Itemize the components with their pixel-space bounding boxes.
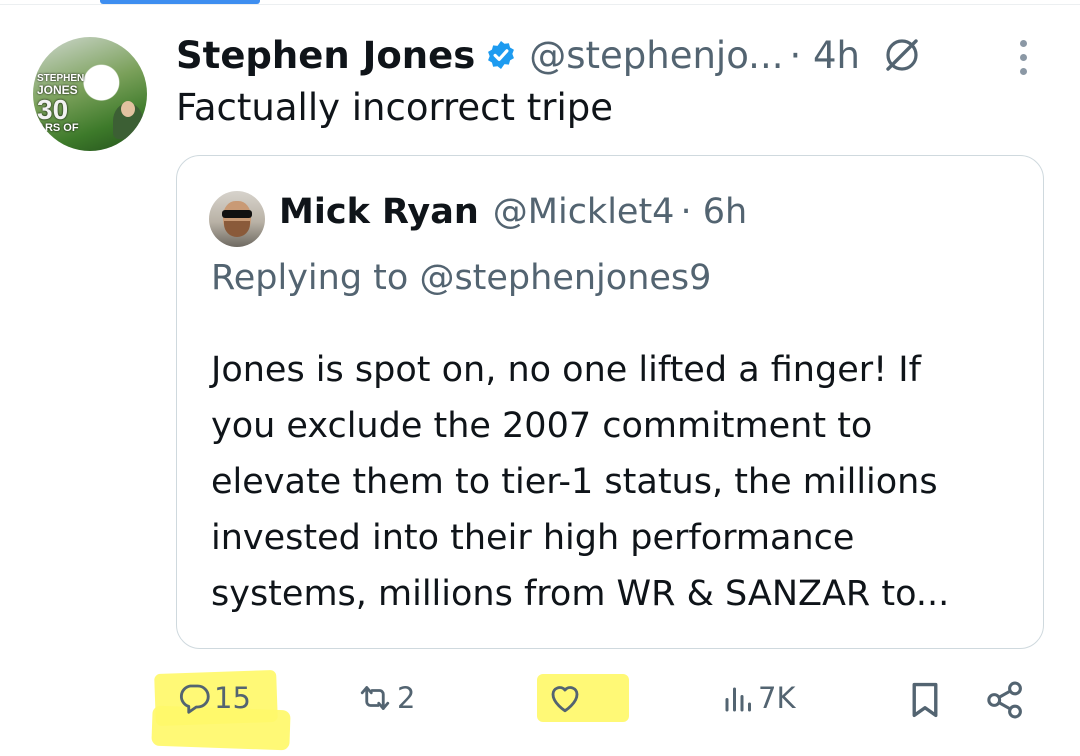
- quote-body-line: elevate them to tier-1 status, the milli…: [211, 462, 938, 502]
- more-options-icon[interactable]: [1017, 40, 1029, 76]
- quote-time[interactable]: · 6h: [680, 192, 747, 232]
- avatar-text-4: ARS OF: [37, 122, 79, 134]
- avatar-glasses: [222, 210, 252, 218]
- like-button[interactable]: [546, 680, 584, 716]
- tweet-text: Factually incorrect tripe: [176, 86, 614, 129]
- reply-icon: [176, 680, 212, 716]
- quote-body-line: systems, millions from WR & SANZAR to...: [211, 574, 950, 614]
- like-icon: [546, 680, 584, 716]
- more-dot: [1020, 68, 1027, 75]
- share-button[interactable]: [985, 680, 1025, 720]
- author-avatar[interactable]: STEPHEN JONES 30 ARS OF: [33, 37, 147, 151]
- tweet-header: Stephen Jones @stephenjo... · 4h: [176, 30, 922, 80]
- views-icon: [722, 680, 756, 716]
- replying-to[interactable]: Replying to @stephenjones9: [211, 258, 711, 298]
- share-icon: [985, 680, 1025, 720]
- quote-author-name[interactable]: Mick Ryan: [279, 192, 479, 232]
- grok-icon[interactable]: [882, 35, 922, 75]
- quote-body-line: you exclude the 2007 commitment to: [211, 406, 873, 446]
- repost-button[interactable]: 2: [355, 680, 415, 716]
- verified-badge-icon: [485, 39, 517, 71]
- views-count: 7K: [758, 681, 796, 715]
- quote-header: Mick Ryan @Micklet4 · 6h: [279, 192, 747, 232]
- avatar-head: [121, 101, 135, 117]
- quote-body: Jones is spot on, no one lifted a finger…: [211, 342, 1031, 622]
- bookmark-button[interactable]: [908, 680, 942, 720]
- quote-author-handle[interactable]: @Micklet4: [493, 192, 675, 232]
- views-button[interactable]: 7K: [722, 680, 795, 716]
- quoted-tweet-card[interactable]: Mick Ryan @Micklet4 · 6h Replying to @st…: [176, 155, 1044, 649]
- bookmark-icon: [908, 680, 942, 720]
- author-name[interactable]: Stephen Jones: [176, 34, 475, 77]
- reply-button[interactable]: 15: [176, 680, 251, 716]
- more-dot: [1020, 54, 1027, 61]
- avatar-text-3: 30: [37, 94, 69, 125]
- quote-body-line: Jones is spot on, no one lifted a finger…: [211, 350, 921, 390]
- quote-body-line: invested into their high performance: [211, 518, 855, 558]
- quote-author-avatar[interactable]: [209, 191, 265, 247]
- more-dot: [1020, 40, 1027, 47]
- divider: [0, 4, 1080, 5]
- author-handle[interactable]: @stephenjo...: [529, 34, 783, 77]
- reply-count: 15: [214, 681, 251, 715]
- tweet-time[interactable]: · 4h: [789, 34, 860, 77]
- repost-icon: [355, 680, 395, 716]
- repost-count: 2: [397, 681, 416, 715]
- avatar-beard: [224, 221, 250, 237]
